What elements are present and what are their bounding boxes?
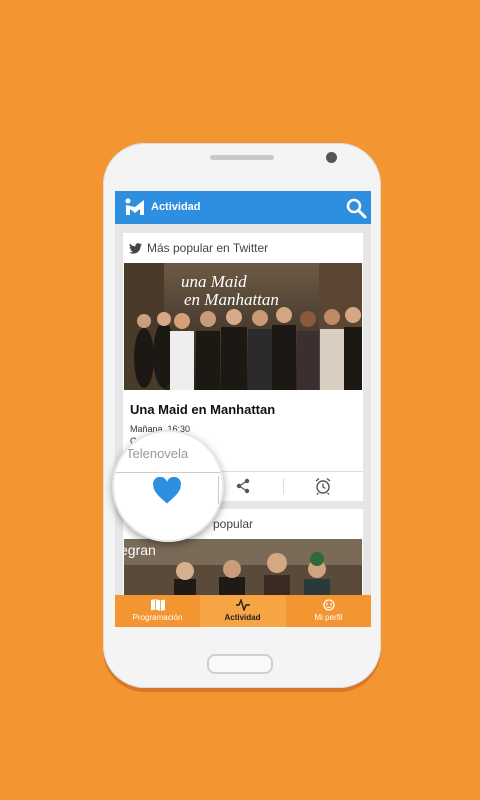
app-screen: Actividad Más popular en Twitter una Mai…	[115, 191, 371, 627]
app-bar-title: Actividad	[151, 201, 201, 213]
magnified-genre-text: Telenovela	[126, 446, 189, 461]
phone-speaker	[210, 155, 274, 160]
profile-icon	[322, 599, 335, 611]
bottom-nav: Programación Actividad Mi perfil	[115, 595, 371, 627]
nav-item-mi-perfil[interactable]: Mi perfil	[286, 599, 371, 622]
image-title-line2: en Manhattan	[184, 290, 279, 309]
phone-home-button[interactable]	[207, 654, 273, 674]
share-icon	[236, 478, 250, 494]
zoom-magnifier: Telenovela	[112, 430, 224, 542]
magnified-action-divider	[218, 476, 219, 504]
nav-label: Mi perfil	[314, 613, 343, 622]
heart-icon[interactable]	[152, 477, 182, 505]
show-photo: una Maid en Manhattan	[124, 263, 362, 390]
phone-camera	[326, 152, 337, 163]
image-title-fragment: egran	[124, 542, 156, 558]
app-logo-icon[interactable]	[125, 197, 145, 217]
nav-label: Actividad	[224, 613, 261, 622]
card-heading-text: Más popular en Twitter	[147, 241, 269, 255]
twitter-icon	[129, 242, 142, 254]
card2-heading: popular	[213, 517, 254, 531]
nav-item-actividad[interactable]: Actividad	[200, 599, 285, 622]
search-icon[interactable]	[345, 197, 367, 219]
card-heading: Más popular en Twitter	[129, 241, 268, 255]
magnified-divider	[114, 472, 222, 473]
show-title[interactable]: Una Maid en Manhattan	[130, 402, 275, 417]
map-icon	[150, 599, 165, 611]
image-title-line1: una Maid	[181, 272, 247, 291]
show-image[interactable]: una Maid en Manhattan	[124, 263, 362, 390]
alarm-icon	[315, 477, 331, 495]
nav-label: Programación	[132, 613, 183, 622]
nav-item-programacion[interactable]: Programación	[115, 599, 200, 622]
activity-icon	[235, 599, 250, 611]
app-bar: Actividad	[115, 191, 371, 224]
alarm-button[interactable]	[283, 472, 363, 500]
